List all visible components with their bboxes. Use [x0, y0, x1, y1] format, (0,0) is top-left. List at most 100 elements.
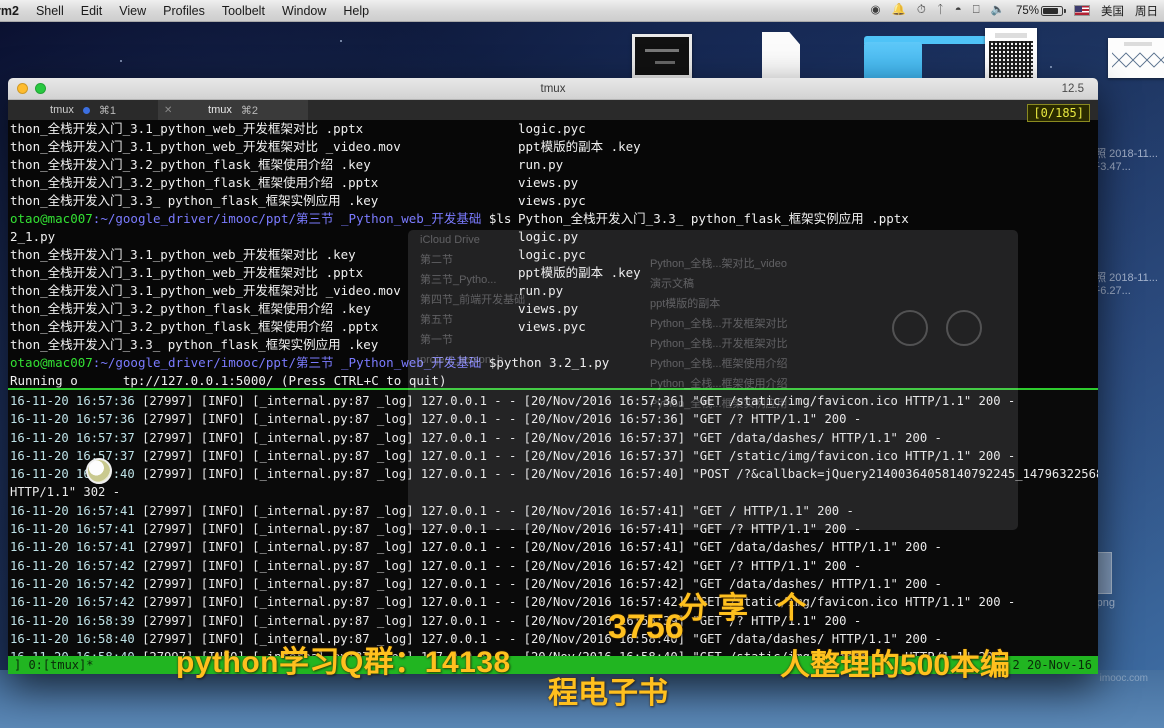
- terminal-line: views.py: [518, 175, 579, 190]
- us-flag-icon[interactable]: [1074, 5, 1090, 16]
- log-timestamp: 16-11-20 16:57:40: [10, 467, 143, 482]
- tmux-status-left: ] 0:[tmux]*: [14, 658, 94, 672]
- window-titlebar[interactable]: tmux 12.5: [8, 78, 1098, 100]
- terminal-line: run.py: [518, 157, 564, 172]
- log-timestamp: 16-11-20 16:57:42: [10, 576, 143, 591]
- terminal-line: run.py: [518, 283, 564, 298]
- screenshot-thumbnail-icon[interactable]: [632, 34, 692, 78]
- macos-menubar: rm2 Shell Edit View Profiles Toolbelt Wi…: [0, 0, 1164, 22]
- log-line: 16-11-20 16:57:37 [27997] [INFO] [_inter…: [8, 447, 1098, 465]
- terminal-line: views.py: [518, 301, 579, 316]
- log-line: 16-11-20 16:58:39 [27997] [INFO] [_inter…: [8, 612, 1098, 630]
- menu-item-window[interactable]: Window: [282, 4, 326, 18]
- menu-item-view[interactable]: View: [119, 4, 146, 18]
- bell-icon[interactable]: 🔔: [892, 4, 906, 17]
- document-icon[interactable]: [762, 32, 800, 80]
- terminal-body[interactable]: iCloud Drive 第二节 第三节_Pytho... 第四节_前端开发基础…: [8, 120, 1098, 674]
- log-output: 16-11-20 16:57:36 [27997] [INFO] [_inter…: [8, 392, 1098, 666]
- wifi-icon[interactable]: ◓: [955, 4, 962, 17]
- log-message: [27997] [INFO] [_internal.py:87 _log] 12…: [142, 522, 862, 537]
- terminal-line: ppt模版的副本 .key: [518, 265, 641, 280]
- date-label[interactable]: 周日: [1135, 3, 1158, 19]
- terminal-line: thon_全栈开发入门_3.1_python_web_开发框架对比 .pptx: [10, 265, 364, 280]
- menu-item-edit[interactable]: Edit: [81, 4, 103, 18]
- terminal-line: thon_全栈开发入门_3.2_python_flask_框架使用介绍 .ppt…: [10, 319, 379, 334]
- terminal-line: 2_1.py: [10, 229, 56, 244]
- log-message: [27997] [INFO] [_internal.py:87 _log] 12…: [142, 430, 942, 445]
- log-line-continuation: HTTP/1.1" 302 -: [10, 485, 121, 500]
- tab-activity-dot-icon: [82, 106, 90, 114]
- prompt-command: $python 3.2_1.py: [481, 355, 610, 370]
- terminal-right-column: logic.pyc ppt模版的副本 .key run.py views.py …: [516, 120, 1098, 336]
- log-timestamp: 16-11-20 16:57:36: [10, 412, 143, 427]
- volume-icon[interactable]: 🔈: [991, 4, 1005, 17]
- log-message: [27997] [INFO] [_internal.py:87 _log] 12…: [142, 503, 854, 518]
- log-line: 16-11-20 16:57:41 [27997] [INFO] [_inter…: [8, 520, 1098, 538]
- terminal-prompt-line: otao@mac007:~/google_driver/imooc/ppt/第三…: [8, 210, 528, 228]
- prompt-command: $ls: [481, 211, 512, 226]
- tmux-pane-top[interactable]: thon_全栈开发入门_3.1_python_web_开发框架对比 .pptx …: [8, 120, 1098, 484]
- log-message: [27997] [INFO] [_internal.py:87 _log] 12…: [142, 576, 942, 591]
- log-timestamp: 16-11-20 16:57:41: [10, 522, 143, 537]
- menu-item-profiles[interactable]: Profiles: [163, 4, 205, 18]
- tab-tmux-2[interactable]: ✕ tmux ⌘2: [158, 100, 308, 120]
- prompt-path: :~/google_driver/imooc/ppt/第三节 _Python_w…: [92, 355, 482, 370]
- close-icon[interactable]: ✕: [164, 105, 172, 116]
- tab-bar: tmux ⌘1 ✕ tmux ⌘2: [8, 100, 1098, 120]
- chart-document-icon[interactable]: [1108, 38, 1164, 78]
- desktop-icon-row: [0, 24, 1164, 86]
- desktop-bottom-strip: [0, 670, 1164, 728]
- log-line: 16-11-20 16:57:42 [27997] [INFO] [_inter…: [8, 557, 1098, 575]
- log-timestamp: 16-11-20 16:57:41: [10, 503, 143, 518]
- screen-root: ...hon-quant 屏幕快照 2018-11...午3.47... ...…: [0, 0, 1164, 728]
- status-badge: [0/185]: [1027, 104, 1090, 122]
- airplay-icon[interactable]: ⎕: [973, 4, 980, 17]
- terminal-line: thon_全栈开发入门_3.2_python_flask_框架使用介绍 .key: [10, 301, 371, 316]
- log-timestamp: 16-11-20 16:57:36: [10, 394, 143, 408]
- record-icon[interactable]: ◉: [871, 4, 881, 17]
- input-source-label[interactable]: 美国: [1101, 3, 1124, 19]
- tmux-status-bar[interactable]: ] 0:[tmux]* 2 20-Nov-16: [8, 656, 1098, 674]
- tab-tmux-1[interactable]: tmux ⌘1: [8, 100, 158, 120]
- menu-app-name[interactable]: rm2: [0, 4, 19, 18]
- clock-icon[interactable]: ⏱: [917, 4, 926, 17]
- tab-label: tmux: [208, 104, 232, 116]
- log-line: 16-11-20 16:57:36 [27997] [INFO] [_inter…: [8, 410, 1098, 428]
- folder-icon[interactable]: [864, 36, 1014, 81]
- log-timestamp: 16-11-20 16:58:40: [10, 631, 143, 646]
- log-message: [27997] [INFO] [_internal.py:87 _log] 12…: [142, 613, 862, 628]
- log-line: 16-11-20 16:58:40 [27997] [INFO] [_inter…: [8, 630, 1098, 648]
- tmux-pane-bottom[interactable]: 16-11-20 16:57:36 [27997] [INFO] [_inter…: [8, 390, 1098, 674]
- terminal-line: thon_全栈开发入门_3.3_ python_flask_框架实例应用 .ke…: [10, 337, 379, 352]
- loading-spinner-icon: [86, 458, 112, 484]
- menu-item-help[interactable]: Help: [343, 4, 369, 18]
- log-message: [27997] [INFO] [_internal.py:87 _log] 12…: [142, 467, 1098, 482]
- log-message: [27997] [INFO] [_internal.py:87 _log] 12…: [142, 448, 1016, 463]
- terminal-prompt-line: otao@mac007:~/google_driver/imooc/ppt/第三…: [8, 354, 609, 372]
- log-message: [27997] [INFO] [_internal.py:87 _log] 12…: [142, 412, 862, 427]
- terminal-left-column: thon_全栈开发入门_3.1_python_web_开发框架对比 .pptx …: [8, 120, 609, 390]
- log-timestamp: 16-11-20 16:57:37: [10, 448, 143, 463]
- window-title-right: 12.5: [1061, 82, 1084, 95]
- window-title: tmux: [540, 82, 566, 95]
- tab-label: tmux: [50, 104, 74, 116]
- log-timestamp: 16-11-20 16:57:42: [10, 558, 143, 573]
- log-message: [27997] [INFO] [_internal.py:87 _log] 12…: [142, 540, 942, 555]
- terminal-line: logic.py: [518, 229, 579, 244]
- bluetooth-icon[interactable]: ᛏ: [937, 4, 944, 17]
- tab-shortcut: ⌘2: [240, 104, 258, 117]
- log-line: 16-11-20 16:57:40 [27997] [INFO] [_inter…: [8, 465, 1098, 483]
- terminal-line: thon_全栈开发入门_3.1_python_web_开发框架对比 .pptx: [10, 121, 364, 136]
- terminal-line: views.pyc: [518, 319, 586, 334]
- battery-indicator[interactable]: 75%: [1016, 5, 1066, 17]
- menu-item-toolbelt[interactable]: Toolbelt: [222, 4, 265, 18]
- terminal-line: thon_全栈开发入门_3.1_python_web_开发框架对比 .key: [10, 247, 356, 262]
- iterm-window: tmux 12.5 tmux ⌘1 ✕ tmux ⌘2 iCloud Drive…: [8, 78, 1098, 674]
- terminal-line: logic.pyc: [518, 121, 586, 136]
- menu-item-shell[interactable]: Shell: [36, 4, 64, 18]
- terminal-line: thon_全栈开发入门_3.1_python_web_开发框架对比 _video…: [10, 139, 401, 154]
- tab-shortcut: ⌘1: [98, 104, 116, 117]
- log-line: 16-11-20 16:57:36 [27997] [INFO] [_inter…: [8, 392, 1098, 410]
- terminal-line: thon_全栈开发入门_3.1_python_web_开发框架对比 _video…: [10, 283, 401, 298]
- terminal-line: logic.pyc: [518, 247, 586, 262]
